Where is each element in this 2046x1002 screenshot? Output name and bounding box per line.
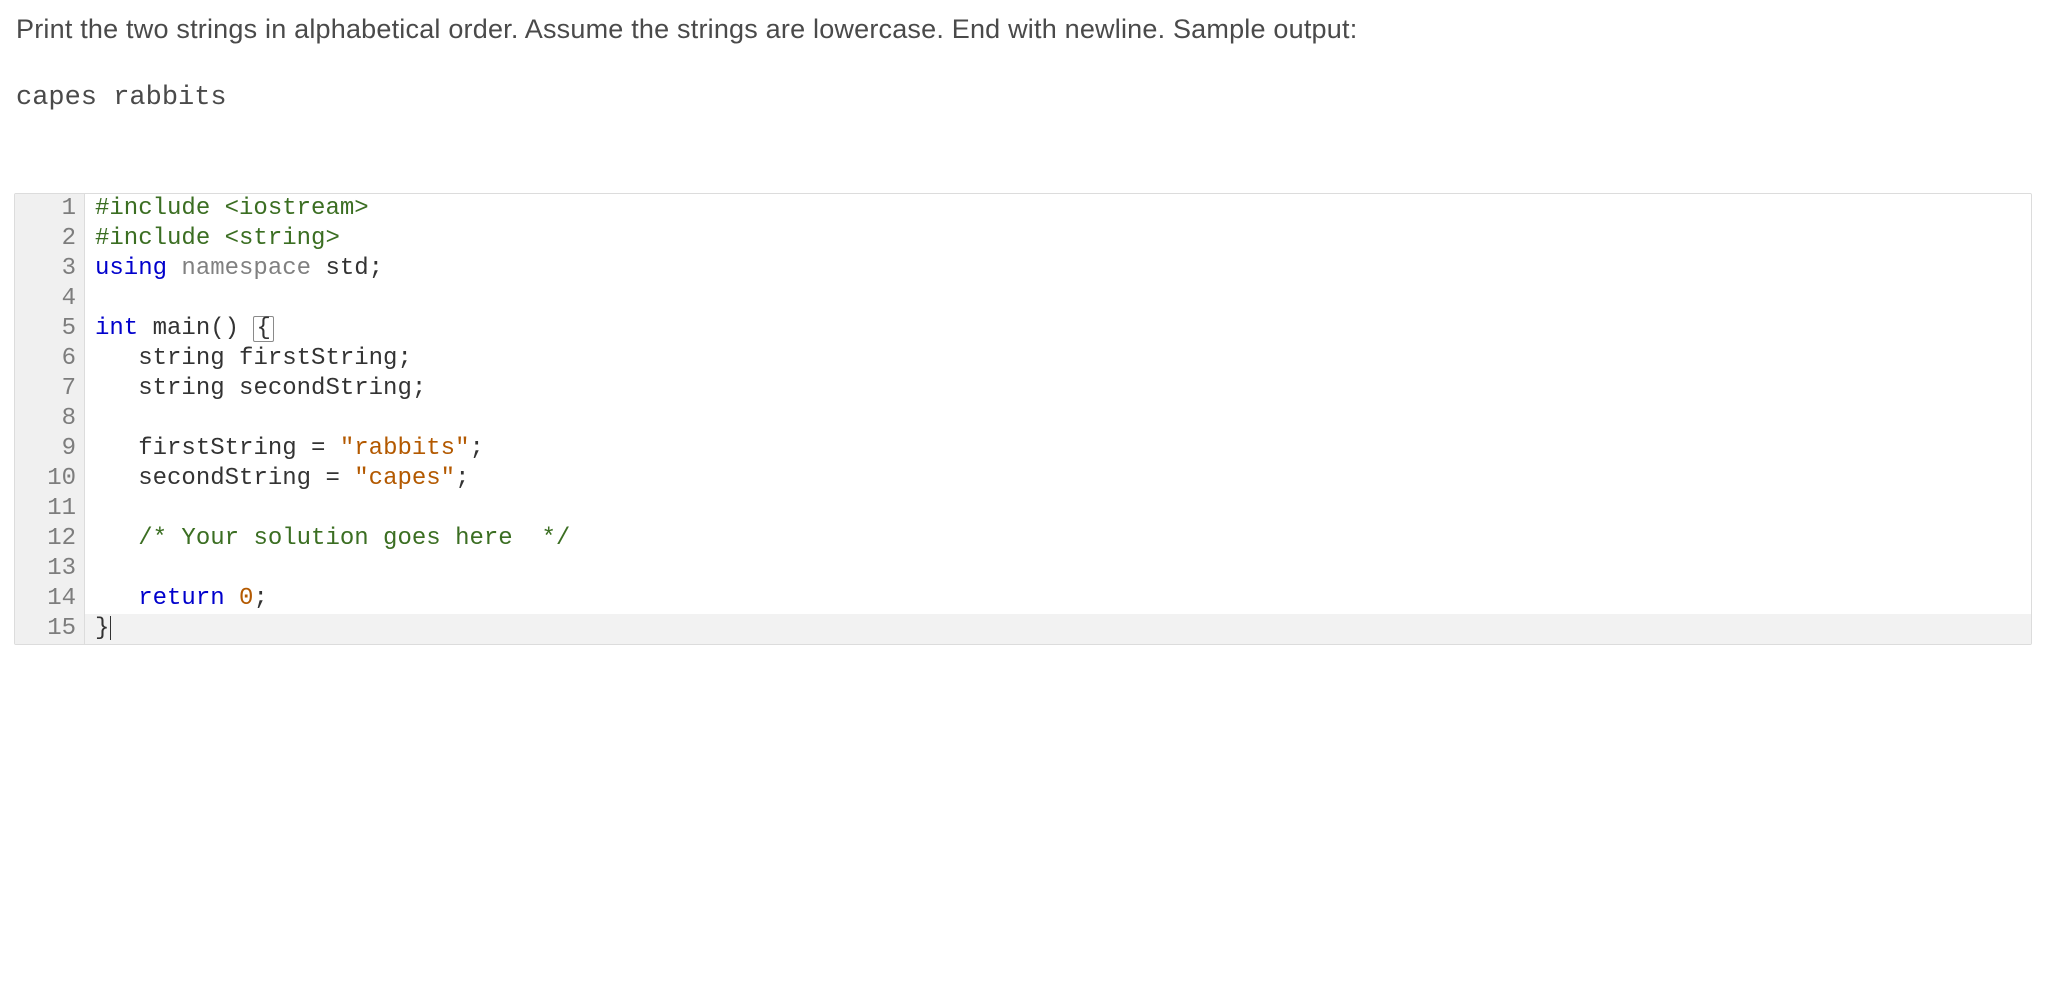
code-text[interactable]: string secondString; [85, 374, 2031, 404]
line-number: 12 [15, 524, 85, 554]
code-token: ; [369, 255, 383, 282]
line-number: 9 [15, 434, 85, 464]
line-number: 2 [15, 224, 85, 254]
code-token: () [210, 315, 253, 342]
code-token [95, 465, 138, 492]
code-token [95, 345, 138, 372]
code-line[interactable]: 10 secondString = "capes"; [15, 464, 2031, 494]
line-number: 6 [15, 344, 85, 374]
code-token: #include [95, 195, 225, 222]
code-text[interactable]: using namespace std; [85, 254, 2031, 284]
code-line[interactable]: 8 [15, 404, 2031, 434]
code-token [110, 616, 111, 640]
code-text[interactable]: /* Your solution goes here */ [85, 524, 2031, 554]
code-text[interactable]: #include <string> [85, 224, 2031, 254]
code-text[interactable]: #include <iostream> [85, 194, 2031, 224]
code-token [311, 255, 325, 282]
problem-instructions: Print the two strings in alphabetical or… [16, 14, 2032, 45]
code-token: secondString [138, 465, 325, 492]
code-token: namespace [181, 255, 311, 282]
code-token: #include [95, 225, 225, 252]
code-editor-content[interactable]: 1#include <iostream>2#include <string>3u… [15, 194, 2031, 644]
line-number: 11 [15, 494, 85, 524]
code-token [95, 435, 138, 462]
code-line[interactable]: 5int main() { [15, 314, 2031, 344]
code-text[interactable]: return 0; [85, 584, 2031, 614]
code-token: using [95, 255, 167, 282]
code-token: "rabbits" [340, 435, 470, 462]
code-token: main [153, 315, 211, 342]
code-token: int [95, 315, 138, 342]
code-line[interactable]: 9 firstString = "rabbits"; [15, 434, 2031, 464]
code-text[interactable] [85, 554, 2031, 584]
code-token [95, 525, 138, 552]
code-token: ; [455, 465, 469, 492]
code-token: ; [253, 585, 267, 612]
code-token [167, 255, 181, 282]
code-token [95, 375, 138, 402]
code-line[interactable]: 15} [15, 614, 2031, 644]
code-token: = [325, 465, 354, 492]
code-editor[interactable]: 1#include <iostream>2#include <string>3u… [14, 193, 2032, 645]
code-token: { [253, 316, 273, 342]
code-text[interactable] [85, 284, 2031, 314]
code-token [225, 585, 239, 612]
line-number: 1 [15, 194, 85, 224]
code-line[interactable]: 6 string firstString; [15, 344, 2031, 374]
code-token: /* Your solution goes here */ [138, 525, 570, 552]
code-token: 0 [239, 585, 253, 612]
line-number: 7 [15, 374, 85, 404]
code-text[interactable] [85, 404, 2031, 434]
code-text[interactable] [85, 494, 2031, 524]
code-token: std [325, 255, 368, 282]
code-token: <iostream> [225, 195, 369, 222]
code-token: <string> [225, 225, 340, 252]
line-number: 13 [15, 554, 85, 584]
code-token: string secondString [138, 375, 412, 402]
line-number: 5 [15, 314, 85, 344]
line-number: 8 [15, 404, 85, 434]
code-text[interactable]: } [85, 614, 2031, 644]
code-line[interactable]: 4 [15, 284, 2031, 314]
code-token: } [95, 615, 109, 642]
code-token: "capes" [354, 465, 455, 492]
code-token [138, 315, 152, 342]
line-number: 15 [15, 614, 85, 644]
code-token: ; [397, 345, 411, 372]
code-line[interactable]: 13 [15, 554, 2031, 584]
code-line[interactable]: 2#include <string> [15, 224, 2031, 254]
code-token [95, 585, 138, 612]
code-text[interactable]: secondString = "capes"; [85, 464, 2031, 494]
code-token: = [311, 435, 340, 462]
sample-output: capes rabbits [16, 83, 2032, 113]
code-text[interactable]: int main() { [85, 314, 2031, 344]
code-token: firstString [138, 435, 311, 462]
line-number: 14 [15, 584, 85, 614]
code-line[interactable]: 14 return 0; [15, 584, 2031, 614]
line-number: 4 [15, 284, 85, 314]
line-number: 3 [15, 254, 85, 284]
code-line[interactable]: 3using namespace std; [15, 254, 2031, 284]
page-root: Print the two strings in alphabetical or… [0, 0, 2046, 645]
code-text[interactable]: string firstString; [85, 344, 2031, 374]
code-text[interactable]: firstString = "rabbits"; [85, 434, 2031, 464]
code-token: ; [469, 435, 483, 462]
code-token: string firstString [138, 345, 397, 372]
code-token: ; [412, 375, 426, 402]
code-line[interactable]: 7 string secondString; [15, 374, 2031, 404]
code-line[interactable]: 12 /* Your solution goes here */ [15, 524, 2031, 554]
code-token: return [138, 585, 224, 612]
code-line[interactable]: 11 [15, 494, 2031, 524]
line-number: 10 [15, 464, 85, 494]
code-line[interactable]: 1#include <iostream> [15, 194, 2031, 224]
